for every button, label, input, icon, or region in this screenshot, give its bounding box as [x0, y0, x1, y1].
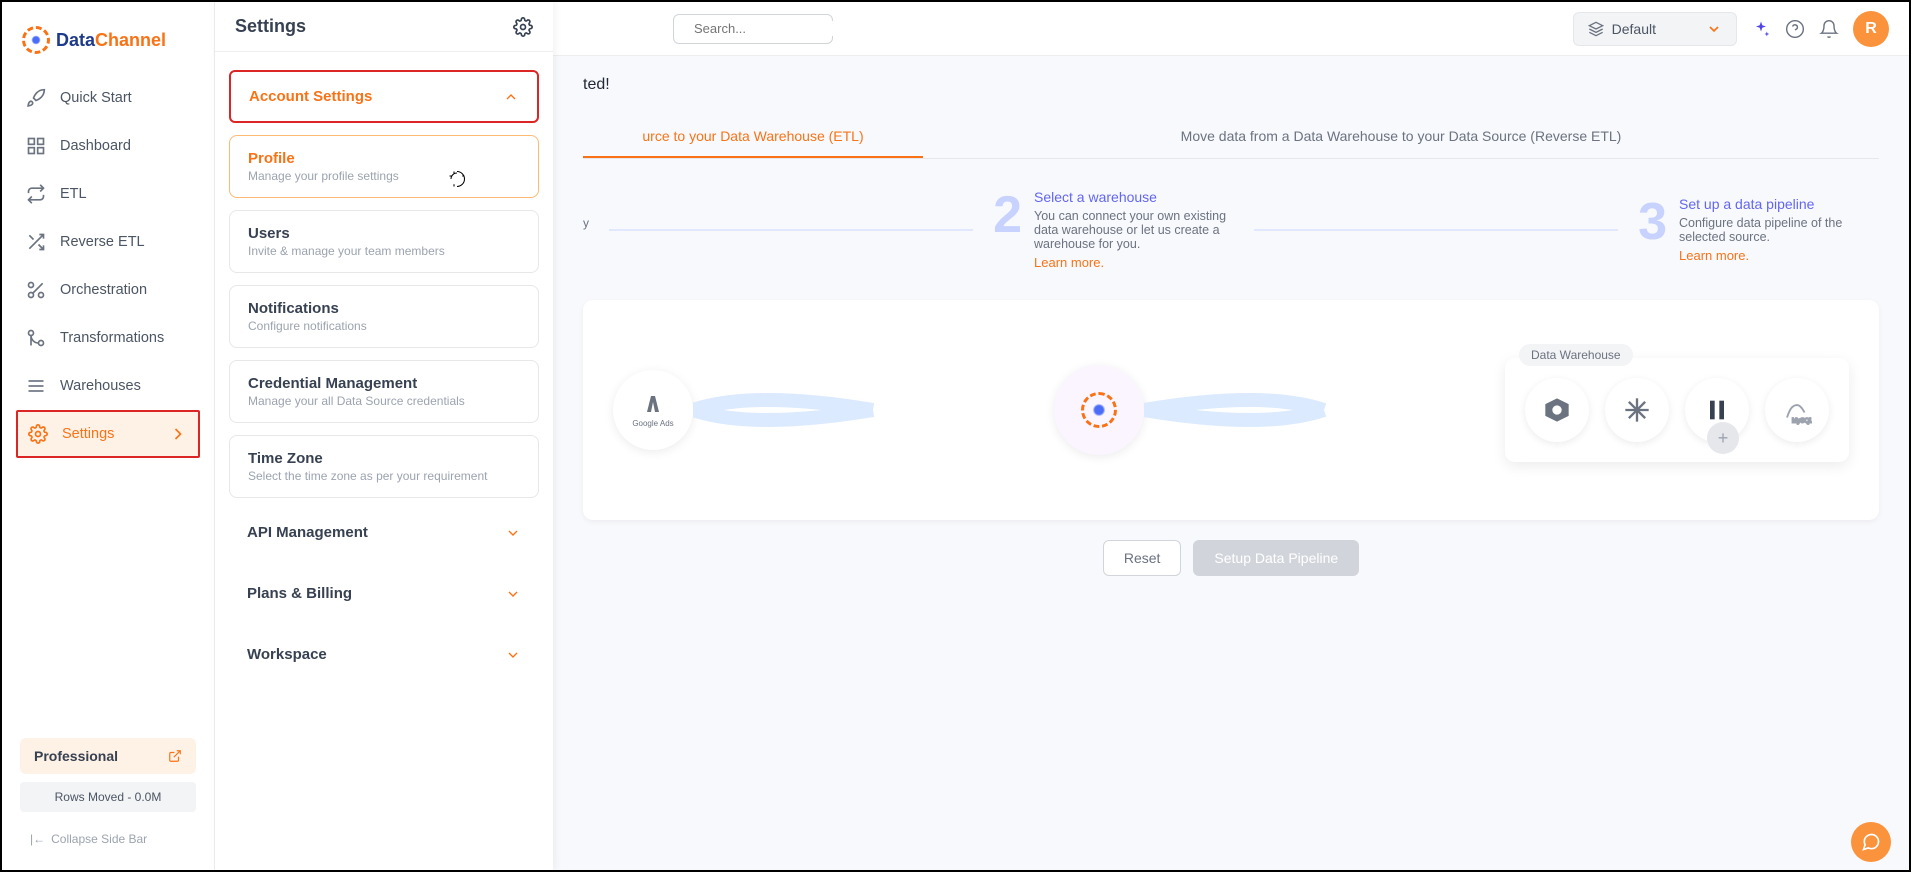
warehouses-icon [26, 376, 46, 396]
nav-warehouses[interactable]: Warehouses [2, 362, 214, 410]
nav-settings[interactable]: Settings [16, 410, 200, 458]
sidebar: DataChannel Quick Start Dashboard ETL Re… [2, 2, 215, 870]
tab-etl[interactable]: urce to your Data Warehouse (ETL) [583, 116, 923, 158]
plans-billing-accordion[interactable]: Plans & Billing [229, 567, 539, 620]
nav-dashboard[interactable]: Dashboard [2, 122, 214, 170]
chevron-down-icon [505, 586, 521, 602]
nav-etl[interactable]: ETL [2, 170, 214, 218]
nav-orchestration[interactable]: Orchestration [2, 266, 214, 314]
reverse-etl-icon [26, 232, 46, 252]
api-management-accordion[interactable]: API Management [229, 506, 539, 559]
orchestration-icon [26, 280, 46, 300]
main-content: Default R ted! urce to your Data Warehou… [553, 2, 1909, 870]
etl-icon [26, 184, 46, 204]
external-link-icon [168, 749, 182, 763]
dashboard-icon [26, 136, 46, 156]
settings-item-profile[interactable]: Profile Manage your profile settings [229, 135, 539, 198]
step-num-2: 2 [993, 189, 1022, 241]
chevron-up-icon [503, 89, 519, 105]
logo[interactable]: DataChannel [2, 14, 214, 74]
settings-panel: Settings Account Settings Profile Manage… [215, 2, 553, 870]
help-icon[interactable] [1785, 19, 1805, 39]
tab-reverse-etl[interactable]: Move data from a Data Warehouse to your … [923, 116, 1879, 158]
transformations-icon [26, 328, 46, 348]
warehouse-mysql[interactable]: MySQL [1765, 378, 1829, 442]
avatar[interactable]: R [1853, 11, 1889, 47]
step-title-pipeline: Set up a data pipeline [1679, 196, 1879, 212]
data-warehouse-panel: Data Warehouse MySQL + [1505, 358, 1849, 462]
hub-icon [1054, 365, 1144, 455]
chevron-down-icon [505, 525, 521, 541]
tabs: urce to your Data Warehouse (ETL) Move d… [583, 116, 1879, 159]
settings-item-timezone[interactable]: Time Zone Select the time zone as per yo… [229, 435, 539, 498]
flow-diagram: Google Ads Data Warehouse MySQL + [583, 300, 1879, 520]
topbar: Default R [553, 2, 1909, 56]
chevron-right-icon [168, 424, 188, 444]
reset-button[interactable]: Reset [1103, 540, 1182, 576]
source-google-ads[interactable]: Google Ads [613, 370, 693, 450]
plan-badge[interactable]: Professional [20, 738, 196, 774]
account-settings-accordion[interactable]: Account Settings [229, 70, 539, 123]
workspace-accordion[interactable]: Workspace [229, 628, 539, 681]
gear-icon[interactable] [513, 17, 533, 37]
nav-quick-start[interactable]: Quick Start [2, 74, 214, 122]
learn-more-link[interactable]: Learn more. [1679, 248, 1749, 263]
step-title-warehouse: Select a warehouse [1034, 189, 1234, 205]
page-title: ted! [583, 76, 1879, 102]
warehouse-bigquery[interactable] [1525, 378, 1589, 442]
warehouse-snowflake[interactable] [1605, 378, 1669, 442]
chat-bubble-icon[interactable] [1851, 822, 1891, 862]
add-warehouse-button[interactable]: + [1707, 422, 1739, 454]
nav-transformations[interactable]: Transformations [2, 314, 214, 362]
chevron-down-icon [505, 647, 521, 663]
collapse-icon: |← [30, 832, 45, 846]
step-num-3: 3 [1638, 196, 1667, 248]
learn-more-link[interactable]: Learn more. [1034, 255, 1104, 270]
setup-pipeline-button[interactable]: Setup Data Pipeline [1193, 540, 1359, 576]
search-input[interactable] [673, 14, 833, 44]
logo-icon [22, 26, 50, 54]
collapse-sidebar-button[interactable]: |← Collapse Side Bar [20, 820, 196, 858]
settings-panel-title: Settings [235, 16, 306, 37]
layers-icon [1588, 21, 1604, 37]
settings-item-users[interactable]: Users Invite & manage your team members [229, 210, 539, 273]
rows-moved: Rows Moved - 0.0M [20, 782, 196, 812]
sparkle-icon[interactable] [1751, 19, 1771, 39]
workspace-dropdown[interactable]: Default [1573, 12, 1737, 46]
nav-reverse-etl[interactable]: Reverse ETL [2, 218, 214, 266]
settings-item-notifications[interactable]: Notifications Configure notifications [229, 285, 539, 348]
svg-text:MySQL: MySQL [1792, 418, 1812, 425]
bell-icon[interactable] [1819, 19, 1839, 39]
settings-item-credentials[interactable]: Credential Management Manage your all Da… [229, 360, 539, 423]
settings-icon [28, 424, 48, 444]
chevron-down-icon [1706, 21, 1722, 37]
rocket-icon [26, 88, 46, 108]
